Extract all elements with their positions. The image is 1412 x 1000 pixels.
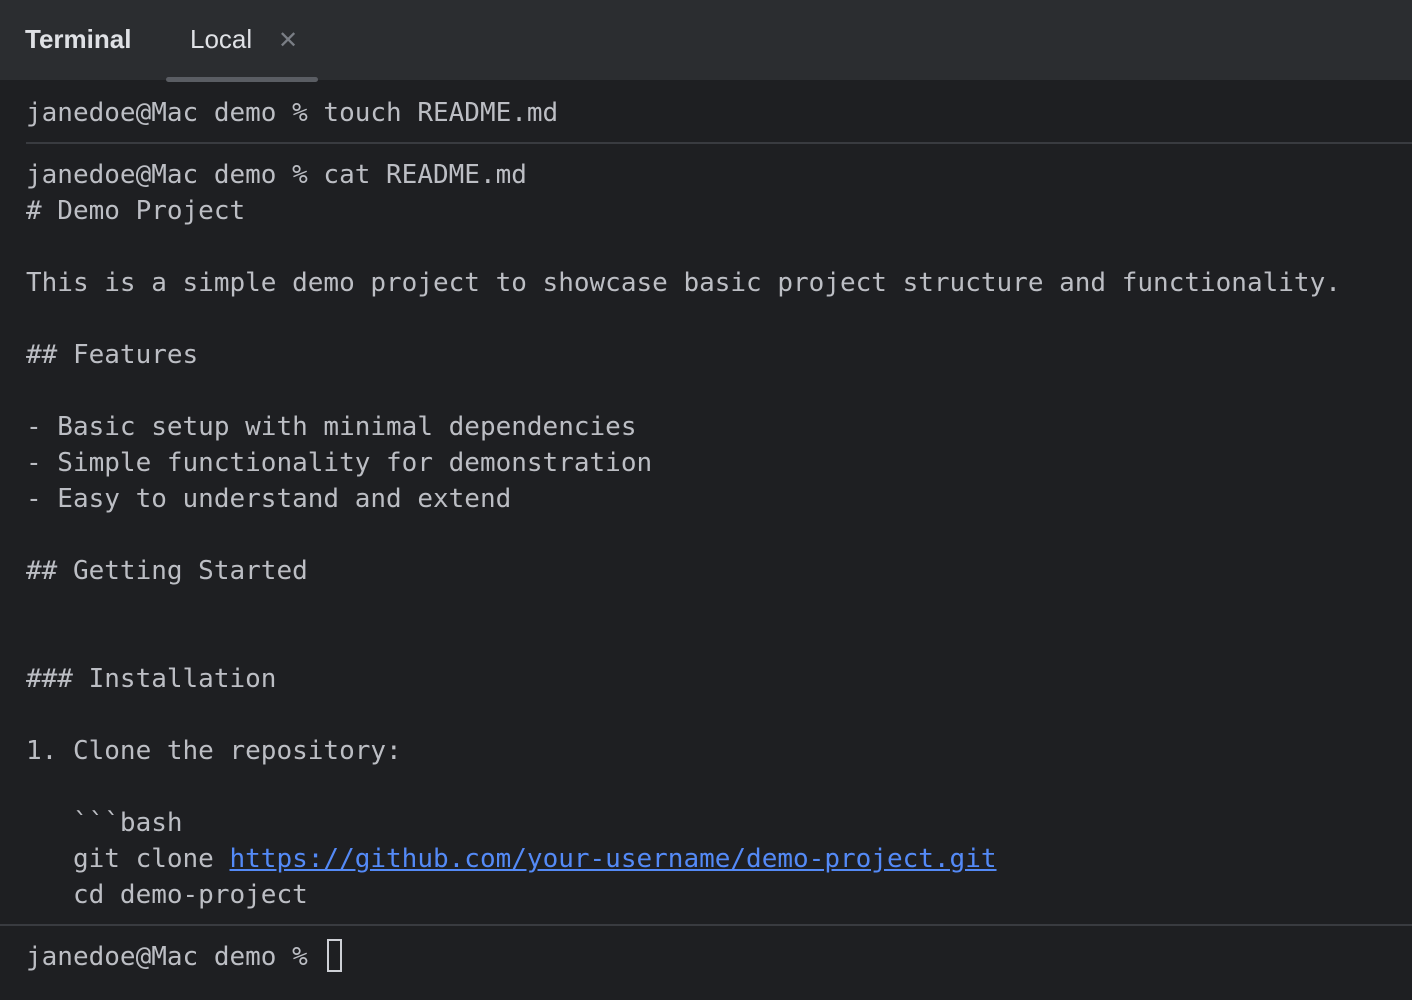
active-tab-indicator <box>166 77 318 82</box>
output-line: ### Installation <box>26 661 276 697</box>
tab-label: Local <box>190 24 252 55</box>
output-line: ## Getting Started <box>26 553 308 589</box>
output-line: - Simple functionality for demonstration <box>26 445 652 481</box>
output-line: This is a simple demo project to showcas… <box>26 265 1341 301</box>
output-line: - Basic setup with minimal dependencies <box>26 409 636 445</box>
output-line: - Easy to understand and extend <box>26 481 511 517</box>
line-text: - Simple functionality for demonstration <box>26 448 652 478</box>
block-separator <box>0 924 1412 926</box>
line-text: # Demo Project <box>26 196 245 226</box>
close-icon[interactable]: ✕ <box>278 26 298 54</box>
line-text: 1. Clone the repository: <box>26 736 402 766</box>
line-text: janedoe@Mac demo % touch README.md <box>26 98 558 128</box>
line-text: - Basic setup with minimal dependencies <box>26 412 636 442</box>
line-text: - Easy to understand and extend <box>26 484 511 514</box>
tool-window-header: Terminal Local ✕ <box>0 0 1412 80</box>
output-line: ## Features <box>26 337 198 373</box>
output-line: janedoe@Mac demo % touch README.md <box>26 95 558 131</box>
line-text: ### Installation <box>26 664 276 694</box>
output-line: ```bash <box>26 805 183 841</box>
block-separator <box>26 142 1412 144</box>
output-line: 1. Clone the repository: <box>26 733 402 769</box>
prompt-line[interactable]: janedoe@Mac demo % <box>26 939 342 975</box>
output-line: janedoe@Mac demo % cat README.md <box>26 157 527 193</box>
line-text: cd demo-project <box>26 880 308 910</box>
line-text: ## Getting Started <box>26 556 308 586</box>
tab-local[interactable]: Local ✕ <box>166 0 318 80</box>
prompt-text: janedoe@Mac demo % <box>26 942 323 972</box>
output-line: git clone https://github.com/your-userna… <box>26 841 997 877</box>
output-line: cd demo-project <box>26 877 308 913</box>
line-text: ```bash <box>26 808 183 838</box>
tool-window-title: Terminal <box>25 24 131 55</box>
output-line: # Demo Project <box>26 193 245 229</box>
line-text: This is a simple demo project to showcas… <box>26 268 1341 298</box>
line-text: git clone <box>26 844 230 874</box>
text-cursor <box>327 939 342 972</box>
line-text: ## Features <box>26 340 198 370</box>
repository-link[interactable]: https://github.com/your-username/demo-pr… <box>230 844 997 874</box>
line-text: janedoe@Mac demo % cat README.md <box>26 160 527 190</box>
